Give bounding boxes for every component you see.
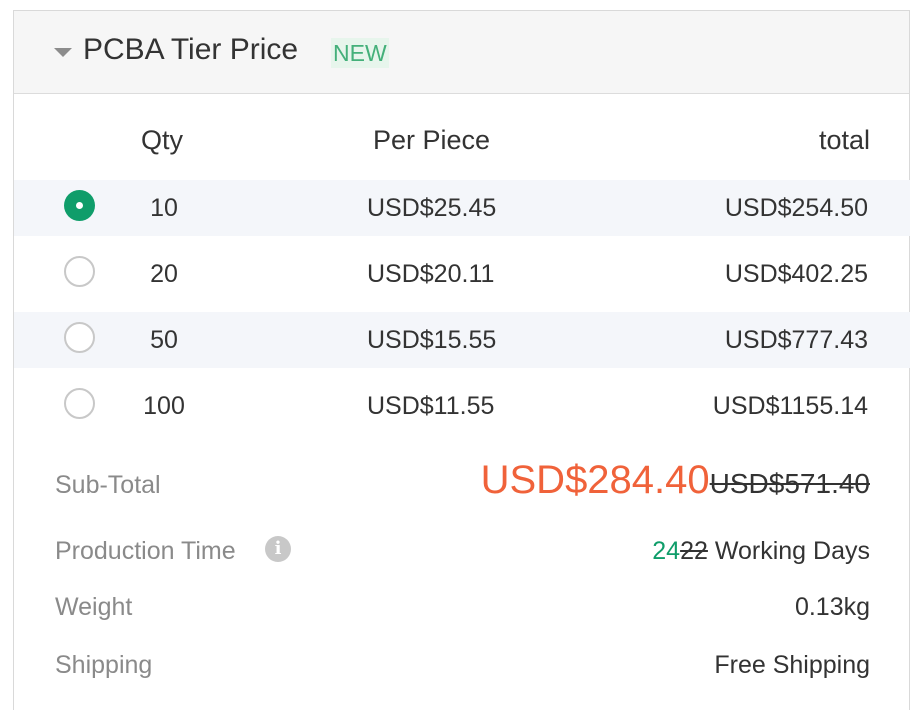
tier-radio-10[interactable] <box>64 190 95 221</box>
subtotal-price: USD$284.40 <box>480 458 710 502</box>
tier-qty: 100 <box>143 392 185 420</box>
tier-radio-50[interactable] <box>64 322 95 353</box>
weight-value: 0.13kg <box>794 593 870 621</box>
production-days-old: 22 <box>680 537 708 565</box>
tier-total: USD$1155.14 <box>712 392 868 420</box>
tier-row-100[interactable]: 100 USD$11.55 USD$1155.14 <box>14 378 910 434</box>
shipping-value: Free Shipping <box>714 651 870 679</box>
tier-qty: 20 <box>150 260 178 288</box>
production-time-value: 2422 Working Days <box>652 537 870 566</box>
production-days-new: 24 <box>652 537 681 565</box>
info-icon[interactable]: i <box>265 536 291 562</box>
tier-total: USD$254.50 <box>724 194 868 222</box>
tier-qty: 10 <box>150 194 178 222</box>
subtotal-label: Sub-Total <box>55 471 161 499</box>
caret-down-icon[interactable] <box>54 48 72 57</box>
column-header-total: total <box>818 125 870 155</box>
tier-radio-100[interactable] <box>64 388 95 419</box>
column-header-qty: Qty <box>141 125 184 155</box>
tier-qty: 50 <box>150 326 178 354</box>
tier-row-50[interactable]: 50 USD$15.55 USD$777.43 <box>14 312 910 368</box>
panel-title: PCBA Tier Price <box>83 33 299 66</box>
tier-row-20[interactable]: 20 USD$20.11 USD$402.25 <box>14 246 910 302</box>
tier-per-piece: USD$20.11 <box>367 260 495 288</box>
production-time-label: Production Time <box>55 537 236 565</box>
column-header-per-piece: Per Piece <box>373 125 491 155</box>
tier-total: USD$402.25 <box>724 260 868 288</box>
tier-per-piece: USD$25.45 <box>367 194 497 222</box>
panel-header[interactable]: PCBA Tier Price NEW <box>14 11 909 94</box>
production-days-suffix: Working Days <box>707 537 870 565</box>
shipping-label: Shipping <box>55 651 153 679</box>
new-badge: NEW <box>331 38 389 68</box>
tier-total: USD$777.43 <box>724 326 868 354</box>
tier-per-piece: USD$15.55 <box>367 326 497 354</box>
tier-row-10[interactable]: 10 USD$25.45 USD$254.50 <box>14 180 910 236</box>
tier-per-piece: USD$11.55 <box>367 392 495 420</box>
subtotal-original-price: USD$571.40 <box>709 468 870 499</box>
subtotal-value: USD$284.40USD$571.40 <box>481 458 870 503</box>
tier-radio-20[interactable] <box>64 256 95 287</box>
weight-label: Weight <box>55 593 133 621</box>
